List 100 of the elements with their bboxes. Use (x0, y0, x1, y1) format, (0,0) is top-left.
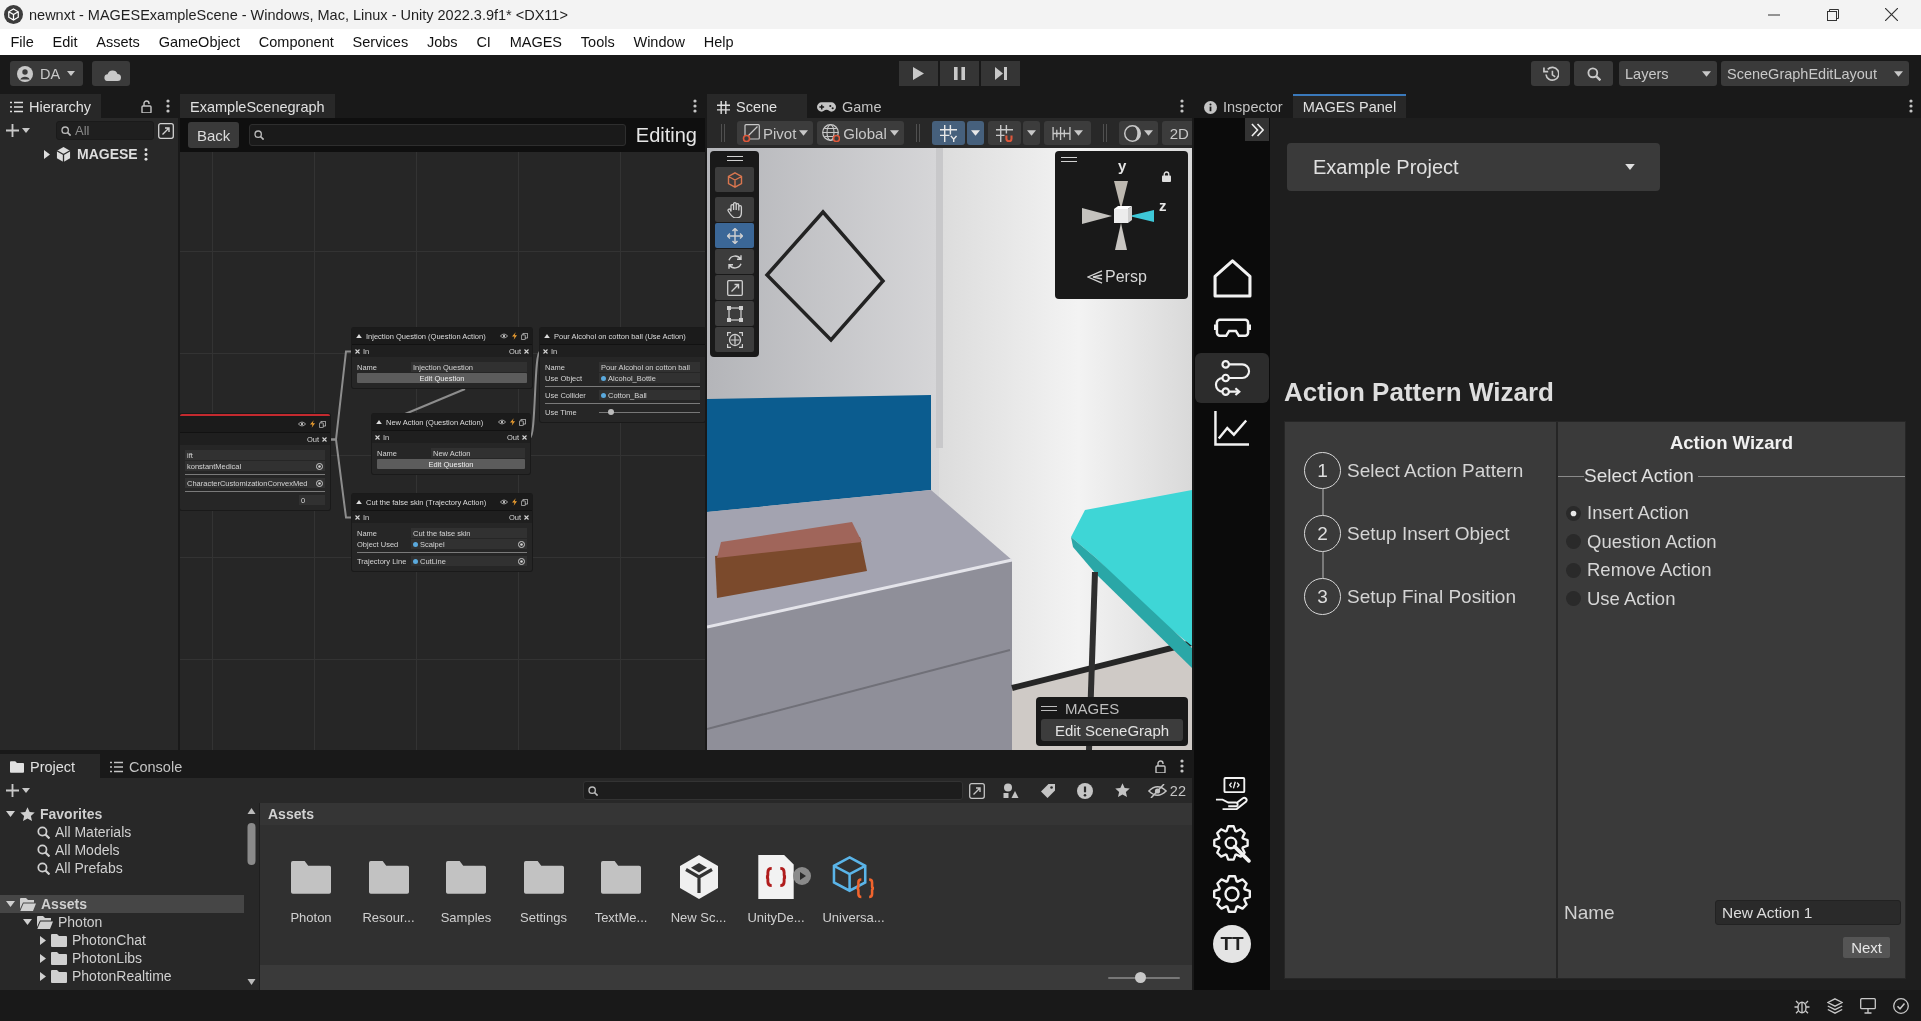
slider-thumb[interactable] (608, 409, 615, 415)
menu-item[interactable]: Jobs (417, 30, 467, 54)
tool-button[interactable] (715, 197, 754, 222)
pause-button[interactable] (940, 61, 979, 86)
port-icon[interactable] (524, 348, 529, 354)
menu-item[interactable]: Help (694, 30, 744, 54)
name-field[interactable]: New Action 1 (1715, 900, 1901, 925)
star-icon[interactable] (1114, 783, 1130, 798)
axis-label[interactable]: z (1159, 197, 1167, 214)
tree-item[interactable]: Favorites (0, 805, 244, 823)
breadcrumb-item[interactable]: Assets (268, 806, 314, 822)
more-icon[interactable] (693, 99, 697, 113)
expand-arrow-icon[interactable] (40, 971, 46, 981)
2d-toggle-button[interactable]: 2D (1161, 121, 1192, 145)
tree-item[interactable]: PhotonLibs (0, 949, 244, 967)
menu-item[interactable]: Assets (86, 30, 150, 54)
panel-tab[interactable]: ExampleScenegraph (180, 94, 335, 118)
lock-icon[interactable] (1162, 171, 1171, 182)
target-icon[interactable] (518, 557, 525, 565)
tree-item[interactable]: All Prefabs (0, 859, 244, 877)
asset-item[interactable]: Settings (507, 855, 580, 925)
port-icon[interactable] (522, 434, 527, 440)
menu-item[interactable]: Services (343, 30, 418, 54)
expand-arrow-icon[interactable] (6, 811, 15, 817)
tool-button[interactable] (715, 275, 754, 300)
layout-dropdown[interactable]: SceneGraphEditLayout (1721, 61, 1909, 86)
port-icon[interactable] (543, 348, 548, 354)
radio-option[interactable]: Remove Action (1566, 559, 1712, 581)
axis-gizmo[interactable] (1082, 181, 1154, 250)
copy-icon[interactable] (519, 418, 526, 426)
radio-option[interactable]: Insert Action (1566, 502, 1689, 524)
more-icon[interactable] (1909, 99, 1913, 113)
more-icon[interactable] (1180, 99, 1184, 113)
snap-toggle[interactable] (987, 121, 1021, 145)
expand-arrow-icon[interactable] (23, 919, 32, 925)
panel-tab[interactable]: Scene (707, 94, 807, 118)
pivot-dropdown[interactable]: Pivot (737, 121, 814, 145)
tree-item[interactable]: All Materials (0, 823, 244, 841)
space-dropdown[interactable]: Global (817, 121, 904, 145)
options-dropdown[interactable] (1022, 121, 1040, 145)
tree-item[interactable]: All Models (0, 841, 244, 859)
eye-icon[interactable] (500, 333, 508, 339)
port-icon[interactable] (524, 514, 529, 520)
layers-dropdown[interactable]: Layers (1619, 61, 1717, 86)
drag-handle-icon[interactable] (1061, 157, 1077, 162)
panel-tab[interactable]: Console (100, 754, 200, 778)
lightning-icon[interactable] (510, 418, 515, 426)
search-button[interactable] (1574, 61, 1613, 86)
tag-icon[interactable] (1040, 783, 1055, 798)
panel-tab[interactable]: Inspector (1194, 94, 1293, 118)
axis-label[interactable]: y (1118, 157, 1127, 174)
slider-thumb[interactable] (1134, 972, 1146, 983)
slider-track[interactable] (1108, 972, 1180, 983)
expand-arrow-icon[interactable] (40, 935, 46, 945)
asset-item[interactable]: Resour... (352, 855, 425, 925)
tool-button[interactable] (715, 249, 754, 274)
cloud-button[interactable] (92, 61, 130, 86)
avatar[interactable]: TT (1213, 925, 1251, 963)
eye-icon[interactable] (498, 419, 506, 425)
panel-tab[interactable]: MAGES Panel (1292, 94, 1407, 118)
search-field[interactable] (249, 124, 626, 146)
expand-arrow-icon[interactable] (6, 901, 15, 907)
target-icon[interactable] (316, 462, 323, 470)
expand-arrow-icon[interactable] (44, 149, 50, 159)
copy-icon[interactable] (521, 332, 528, 340)
lightning-icon[interactable] (310, 420, 315, 428)
eye-icon[interactable] (500, 499, 508, 505)
panel-tab[interactable]: Project (0, 754, 100, 778)
copy-icon[interactable] (521, 498, 528, 506)
lightning-icon[interactable] (512, 498, 517, 506)
collapse-icon[interactable] (356, 334, 362, 338)
tree-item[interactable]: Photon (0, 913, 244, 931)
tool-button[interactable] (715, 167, 754, 192)
tree-item[interactable]: Assets (0, 895, 244, 913)
slider-track[interactable] (599, 407, 700, 417)
tool-button[interactable] (715, 301, 754, 326)
radio-option[interactable]: Use Action (1566, 587, 1676, 610)
next-button[interactable]: Next (1843, 937, 1890, 958)
tree-item[interactable]: PhotonRealtime (0, 967, 244, 985)
eye-icon[interactable] (298, 421, 306, 427)
account-dropdown[interactable]: DA (10, 61, 83, 86)
nav-button[interactable] (1195, 353, 1269, 403)
copy-icon[interactable] (319, 420, 326, 428)
menu-item[interactable]: Window (624, 30, 695, 54)
shapes-icon[interactable] (1002, 783, 1019, 798)
port-icon[interactable] (375, 434, 380, 440)
error-icon[interactable] (1076, 782, 1093, 799)
options-dropdown[interactable] (966, 121, 984, 145)
collapse-icon[interactable] (356, 500, 362, 504)
lock-icon[interactable] (141, 99, 152, 113)
menu-item[interactable]: MAGES (500, 30, 572, 54)
port-icon[interactable] (355, 348, 360, 354)
lock-icon[interactable] (1155, 759, 1166, 773)
popout-icon[interactable] (968, 782, 985, 799)
menu-item[interactable]: Tools (571, 30, 625, 54)
panel-tab[interactable]: Game (807, 94, 907, 118)
asset-item[interactable]: TextMe... (585, 855, 657, 925)
layers-icon[interactable] (1827, 997, 1843, 1014)
more-icon[interactable] (166, 99, 170, 113)
drag-handle-icon[interactable] (1041, 706, 1057, 711)
